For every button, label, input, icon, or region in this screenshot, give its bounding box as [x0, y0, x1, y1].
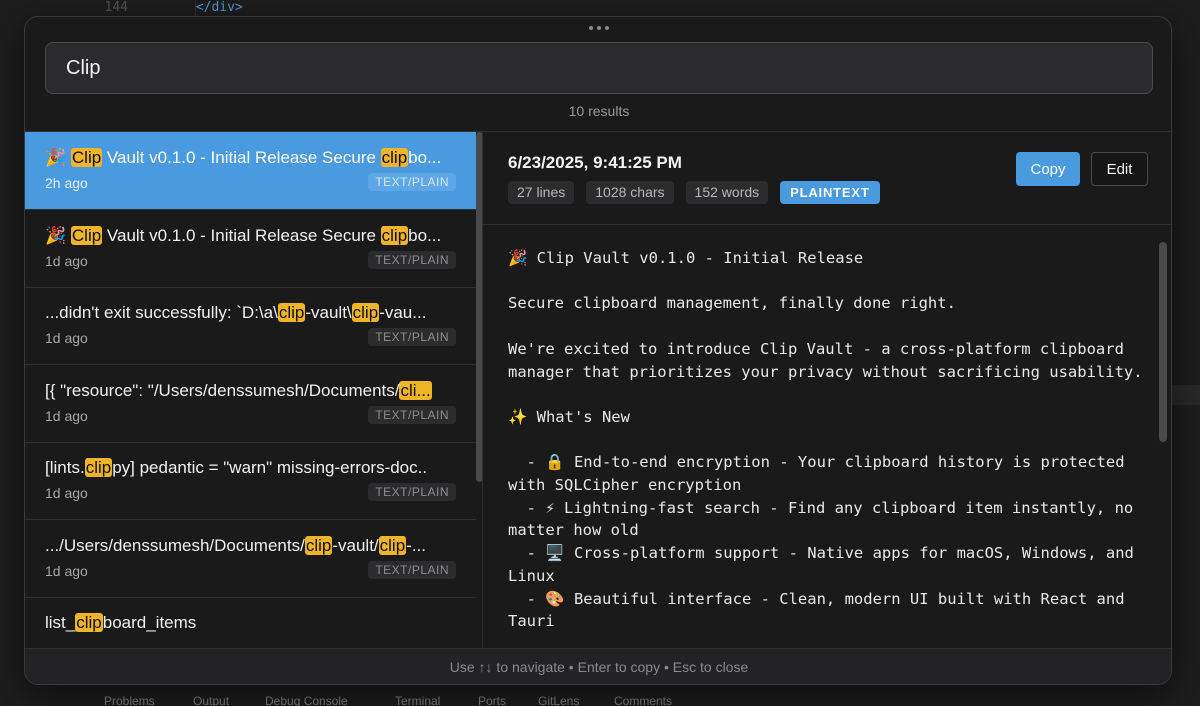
result-item[interactable]: [lints.clippy] pedantic = "warn" missing…: [25, 442, 476, 520]
result-text: [lints.: [45, 458, 85, 477]
match-highlight: clip: [380, 148, 409, 167]
bg-panel-tab: Output: [193, 694, 230, 706]
keyboard-hint-footer: Use ↑↓ to navigate • Enter to copy • Esc…: [25, 648, 1171, 684]
content-scrollbar[interactable]: [1159, 242, 1167, 442]
result-text: list_: [45, 613, 76, 632]
result-meta: 1d ago TEXT/PLAIN: [45, 250, 456, 273]
result-time: 1d ago: [45, 407, 88, 424]
result-meta: 1d ago TEXT/PLAIN: [45, 328, 456, 350]
result-time: 1d ago: [45, 330, 88, 346]
result-title: .../Users/denssumesh/Documents/clip-vaul…: [45, 534, 456, 558]
line-count-badge: 27 lines: [508, 181, 575, 204]
result-meta: 1d ago TEXT/PLAIN: [45, 405, 456, 428]
match-highlight: clip: [277, 303, 306, 322]
match-highlight: clip: [380, 225, 409, 245]
result-text: Vault v0.1.0 - Initial Release Secure: [102, 225, 381, 245]
result-meta: 1d ago TEXT/PLAIN: [45, 483, 456, 505]
match-highlight: clip: [378, 535, 407, 555]
bg-panel-tab: Ports: [478, 694, 507, 706]
bg-panel-tab: GitLens: [538, 694, 580, 706]
result-title: [lints.clippy] pedantic = "warn" missing…: [45, 456, 456, 480]
result-title: 🎉 Clip Vault v0.1.0 - Initial Release Se…: [45, 224, 456, 248]
match-highlight: Clip: [70, 225, 103, 245]
word-count-badge: 152 words: [685, 181, 769, 204]
result-text: Vault v0.1.0 - Initial Release Secure: [102, 148, 381, 167]
content-type-badge: TEXT/PLAIN: [368, 173, 456, 191]
content-type-badge: TEXT/PLAIN: [368, 405, 456, 424]
match-highlight: cli...: [399, 380, 432, 400]
content-type-badge: TEXT/PLAIN: [368, 328, 456, 346]
drag-handle[interactable]: [585, 23, 613, 33]
result-meta: 1d ago TEXT/PLAIN: [45, 560, 456, 583]
result-title: ...didn't exit successfully: `D:\a\clip-…: [45, 301, 456, 325]
bg-panel-tab: Debug Console: [265, 694, 348, 706]
results-list[interactable]: list_clipboard_items .../Users/denssumesh…: [25, 132, 483, 648]
bg-panel-tab: Terminal: [395, 694, 441, 706]
result-text: -vault\: [305, 303, 352, 322]
copy-button[interactable]: Copy: [1016, 152, 1080, 186]
divider: [483, 224, 1171, 225]
result-text: board_items: [102, 613, 197, 632]
result-text: -vault/: [332, 535, 379, 555]
result-title: list_clipboard_items: [45, 611, 456, 635]
bg-minimap: [1170, 385, 1200, 405]
result-item[interactable]: list_clipboard_items: [25, 597, 476, 648]
language-badge: PLAINTEXT: [780, 181, 880, 204]
search-input[interactable]: [45, 42, 1153, 94]
content-type-badge: TEXT/PLAIN: [368, 483, 456, 501]
clip-content: 🎉 Clip Vault v0.1.0 - Initial Release Se…: [508, 249, 1143, 631]
match-highlight: clip: [351, 303, 380, 322]
result-time: 1d ago: [45, 562, 88, 579]
result-time: 2h ago: [45, 175, 88, 191]
result-item[interactable]: .../Users/denssumesh/Documents/clip-vaul…: [25, 520, 476, 598]
match-highlight: clip: [304, 535, 333, 555]
result-text: py] pedantic = "warn" missing-errors-doc…: [112, 458, 428, 477]
result-time: 1d ago: [45, 252, 88, 269]
content-type-badge: TEXT/PLAIN: [368, 560, 456, 579]
result-text: [{ "resource": "/Users/denssumesh/Docume…: [45, 380, 400, 400]
party-icon: 🎉: [45, 225, 71, 245]
result-text: ...didn't exit successfully: `D:\a\: [45, 303, 278, 322]
result-text: .../Users/denssumesh/Documents/: [45, 535, 305, 555]
clip-stats: 27 lines 1028 chars 152 words PLAINTEXT: [508, 181, 880, 204]
match-highlight: clip: [84, 458, 113, 477]
result-item[interactable]: 🎉 Clip Vault v0.1.0 - Initial Release Se…: [25, 132, 476, 210]
detail-pane: 6/23/2025, 9:41:25 PM 27 lines 1028 char…: [483, 132, 1171, 648]
match-highlight: Clip: [70, 148, 103, 167]
results-scrollbar[interactable]: [476, 132, 482, 482]
result-text: bo...: [408, 225, 442, 245]
result-item[interactable]: [{ "resource": "/Users/denssumesh/Docume…: [25, 365, 476, 443]
result-title: [{ "resource": "/Users/denssumesh/Docume…: [45, 379, 456, 403]
result-meta: 2h ago TEXT/PLAIN: [45, 173, 456, 195]
result-item[interactable]: ...didn't exit successfully: `D:\a\clip-…: [25, 287, 476, 365]
result-time: 1d ago: [45, 485, 88, 501]
content-type-badge: TEXT/PLAIN: [368, 250, 456, 269]
bg-panel-tabs: Problems Output Debug Console Terminal Ports…: [0, 686, 1200, 706]
bg-line-code: </div>: [195, 0, 243, 15]
bg-panel-tab: Problems: [104, 694, 155, 706]
result-item[interactable]: 🎉 Clip Vault v0.1.0 - Initial Release Se…: [25, 210, 476, 288]
result-text: -...: [406, 535, 426, 555]
party-icon: 🎉: [45, 148, 71, 167]
result-title: 🎉 Clip Vault v0.1.0 - Initial Release Se…: [45, 146, 456, 170]
bg-gutter-divider: [195, 0, 196, 16]
clipboard-search-modal: 10 results list_clipboard_items.../Users…: [24, 16, 1172, 685]
result-count: 10 results: [568, 103, 630, 119]
result-text: bo...: [408, 148, 442, 167]
match-highlight: clip: [75, 613, 103, 632]
clip-timestamp: 6/23/2025, 9:41:25 PM: [508, 153, 682, 172]
char-count-badge: 1028 chars: [586, 181, 674, 204]
bg-panel-tab: Comments: [614, 694, 673, 706]
edit-button[interactable]: Edit: [1091, 152, 1148, 186]
result-text: -vau...: [379, 303, 427, 322]
bg-line-number: 144: [104, 0, 128, 15]
